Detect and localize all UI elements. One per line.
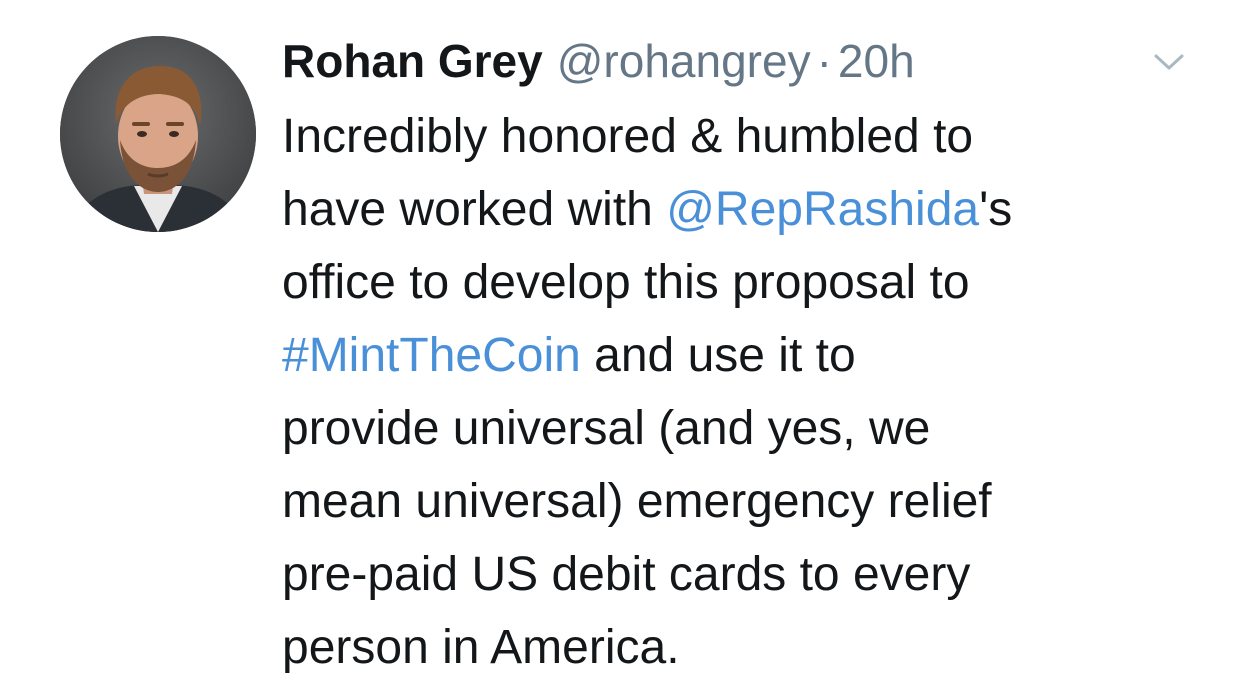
tweet-timestamp[interactable]: 20h <box>838 35 915 87</box>
tweet-text-line: mean universal) emergency relief <box>282 475 992 528</box>
chevron-down-icon <box>1154 54 1184 70</box>
tweet-text-line: person in America. <box>282 621 680 674</box>
author-avatar[interactable] <box>60 36 256 232</box>
hashtag-link[interactable]: #MintTheCoin <box>282 329 581 382</box>
tweet-text-line: pre-paid US debit cards to every <box>282 548 971 601</box>
tweet-text-segment: and use it to <box>580 329 856 382</box>
tweet-text-segment: have worked with <box>282 183 667 236</box>
header-separator: · <box>816 35 832 87</box>
tweet-text-line: have worked with @RepRashida's <box>282 173 1182 246</box>
tweet-header: Rohan Grey @rohangrey · 20h <box>282 30 915 92</box>
avatar-image <box>60 36 256 232</box>
tweet-text-line: provide universal (and yes, we <box>282 402 931 455</box>
tweet-text: Incredibly honored & humbled to have wor… <box>282 100 1182 684</box>
tweet-card: Rohan Grey @rohangrey · 20h Incredibly hono… <box>0 0 1242 693</box>
tweet-text-line: #MintTheCoin and use it to <box>282 319 1182 392</box>
tweet-menu-button[interactable] <box>1152 50 1186 74</box>
author-display-name[interactable]: Rohan Grey <box>282 35 543 87</box>
author-handle[interactable]: @rohangrey <box>557 35 811 87</box>
mention-link[interactable]: @RepRashida <box>666 183 979 236</box>
tweet-text-line: Incredibly honored & humbled to <box>282 110 974 163</box>
tweet-text-segment: 's <box>979 183 1013 236</box>
tweet-text-line: office to develop this proposal to <box>282 256 970 309</box>
